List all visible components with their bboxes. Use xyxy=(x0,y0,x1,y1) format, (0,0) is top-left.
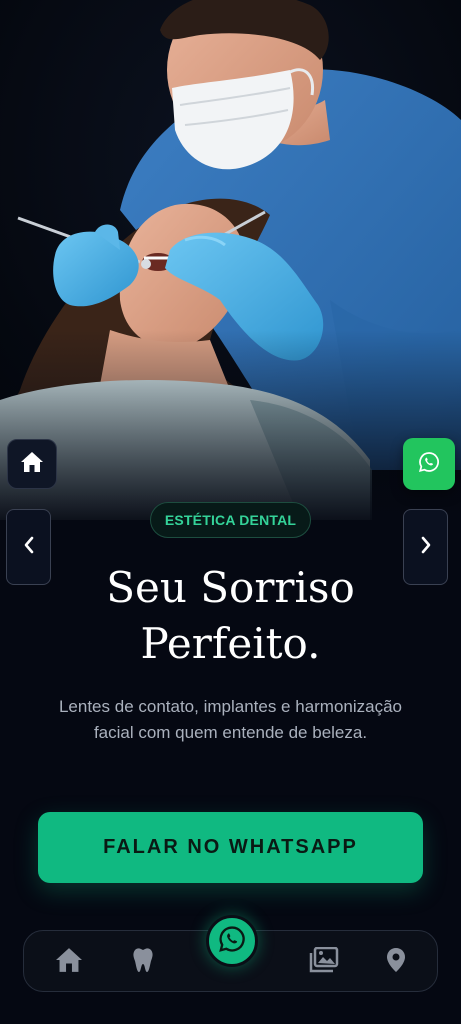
bottom-nav-location[interactable] xyxy=(379,945,413,979)
gallery-icon xyxy=(309,946,339,978)
home-icon xyxy=(20,451,44,478)
chevron-right-icon xyxy=(419,535,433,560)
bottom-nav-gallery[interactable] xyxy=(307,945,341,979)
chevron-left-icon xyxy=(22,535,36,560)
hero-subtitle: Lentes de contato, implantes e harmoniza… xyxy=(58,697,403,742)
hero-image xyxy=(0,0,461,520)
whatsapp-icon xyxy=(218,925,246,958)
whatsapp-float-button[interactable] xyxy=(403,438,455,490)
home-button[interactable] xyxy=(7,439,57,489)
whatsapp-cta-button[interactable]: FALAR NO WHATSAPP xyxy=(38,812,423,883)
home-icon xyxy=(54,947,84,978)
headline-line-2: Perfeito. xyxy=(140,619,321,668)
tooth-icon xyxy=(132,947,154,978)
bottom-nav-whatsapp[interactable] xyxy=(206,915,258,967)
headline-line-1: Seu Sorriso xyxy=(106,563,355,612)
whatsapp-icon xyxy=(418,451,440,478)
category-badge: ESTÉTICA DENTAL xyxy=(150,502,311,538)
map-pin-icon xyxy=(386,947,406,978)
hero-headline: Seu Sorriso Perfeito. xyxy=(30,560,431,672)
bottom-nav-home[interactable] xyxy=(52,945,86,979)
bottom-nav-treatments[interactable] xyxy=(126,945,160,979)
